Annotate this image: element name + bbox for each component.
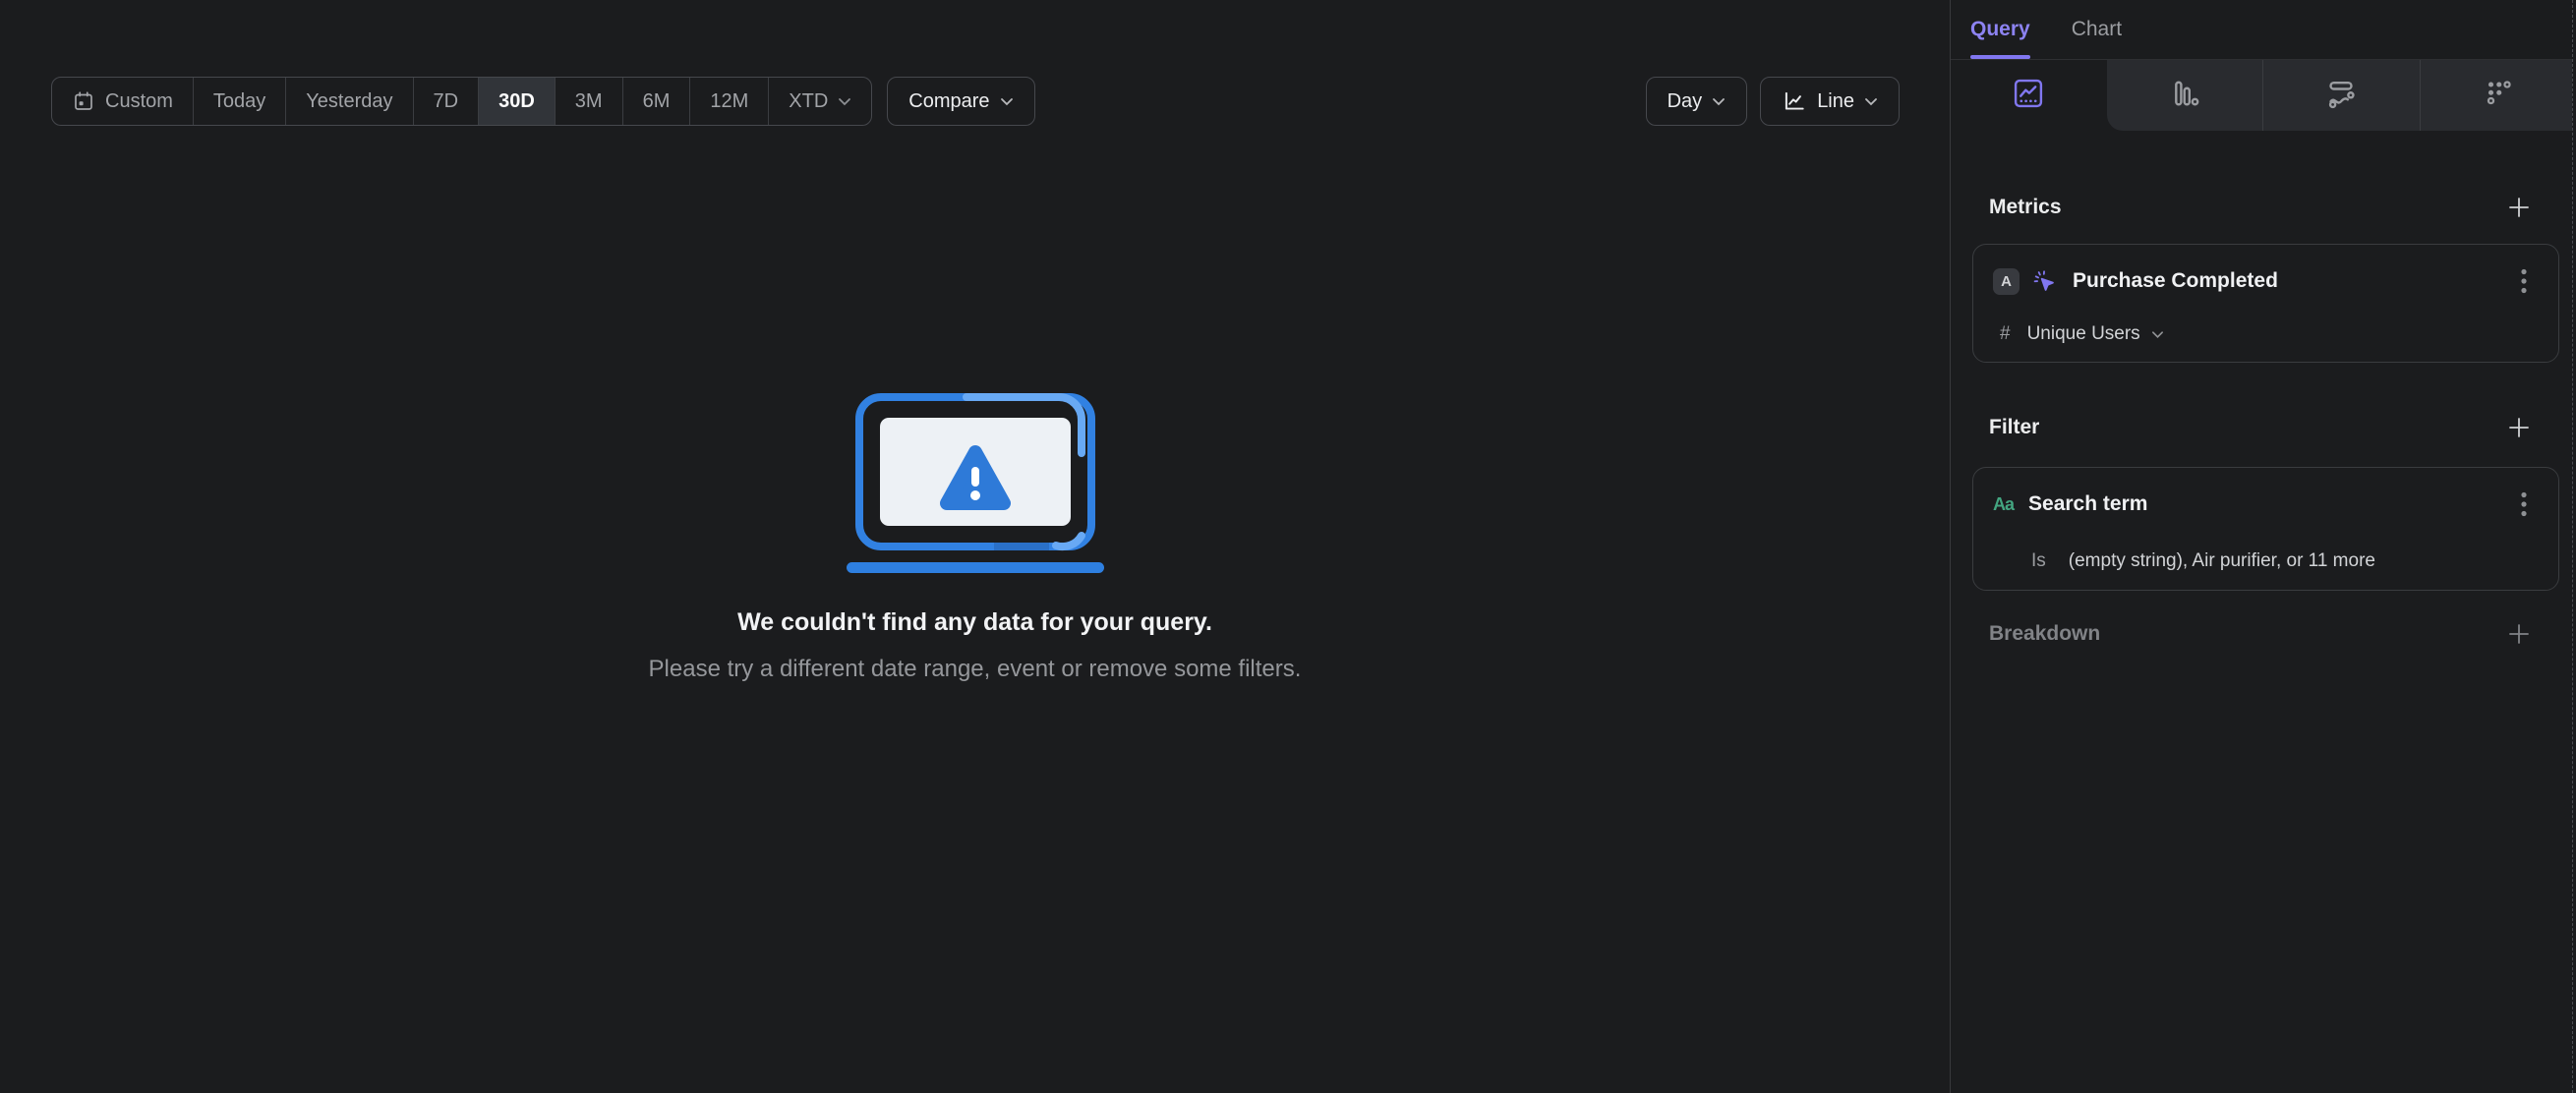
metric-event-row: A Purchase Completed <box>1993 266 2499 296</box>
metrics-section-header: Metrics <box>1989 193 2534 222</box>
calendar-icon <box>72 89 95 113</box>
chevron-down-icon <box>1864 97 1878 106</box>
date-range-label: 6M <box>642 89 671 112</box>
chart-type-button[interactable]: Line <box>1760 77 1900 126</box>
no-data-laptop-illustration <box>846 393 1104 573</box>
breakdown-heading: Breakdown <box>1989 622 2101 645</box>
aggregation-symbol: # <box>2000 323 2011 344</box>
tab-retention[interactable] <box>2419 60 2576 131</box>
date-range-today[interactable]: Today <box>192 78 285 125</box>
add-breakdown-button[interactable] <box>2504 619 2534 649</box>
funnel-bars-icon <box>2167 76 2202 116</box>
empty-state-subtitle: Please try a different date range, event… <box>648 656 1302 682</box>
chevron-down-icon <box>2151 330 2164 339</box>
chevron-down-icon <box>1712 97 1726 106</box>
filter-property-row: Aa Search term <box>1993 489 2499 519</box>
query-builder-panel: Query Chart Metrics A Purchase Completed… <box>1950 0 2576 1093</box>
report-toolbar: Custom Today Yesterday 7D 30D 3M 6M 12M … <box>51 77 1035 126</box>
plus-icon <box>2509 624 2529 644</box>
date-range-yesterday[interactable]: Yesterday <box>285 78 412 125</box>
date-range-control: Custom Today Yesterday 7D 30D 3M 6M 12M … <box>51 77 873 126</box>
filter-condition[interactable]: Is (empty string), Air purifier, or 11 m… <box>2031 547 2375 575</box>
metric-event-name: Purchase Completed <box>2073 269 2278 292</box>
date-range-3m[interactable]: 3M <box>554 78 622 125</box>
filter-property-name: Search term <box>2028 492 2148 515</box>
plus-icon <box>2509 198 2529 217</box>
aggregation-selector[interactable]: # Unique Users <box>2000 320 2164 348</box>
compare-label: Compare <box>908 89 990 112</box>
plus-icon <box>2509 418 2529 437</box>
retention-dots-icon <box>2481 76 2516 116</box>
event-cursor-icon <box>2031 268 2058 295</box>
granularity-label: Day <box>1667 89 1703 112</box>
tab-funnels[interactable] <box>2106 60 2262 131</box>
laptop-base <box>846 562 1104 573</box>
date-range-xtd[interactable]: XTD <box>768 78 871 125</box>
filter-section-header: Filter <box>1989 413 2534 442</box>
date-range-30d[interactable]: 30D <box>478 78 555 125</box>
date-range-label: 7D <box>433 89 459 112</box>
chart-controls: Day Line <box>1645 77 1900 126</box>
flows-squiggle-icon <box>2323 76 2359 116</box>
kebab-menu-icon <box>2521 268 2527 294</box>
tab-label: Chart <box>2071 18 2123 40</box>
chart-type-label: Line <box>1817 89 1854 112</box>
chevron-down-icon <box>1000 97 1014 106</box>
compare-button[interactable]: Compare <box>887 77 1035 126</box>
kebab-menu-icon <box>2521 491 2527 517</box>
date-range-7d[interactable]: 7D <box>412 78 479 125</box>
tab-label: Query <box>1970 18 2030 40</box>
date-range-label: Custom <box>105 89 173 112</box>
string-property-icon: Aa <box>1993 493 2015 514</box>
report-canvas: Custom Today Yesterday 7D 30D 3M 6M 12M … <box>0 0 1950 1093</box>
breakdown-section-header: Breakdown <box>1989 619 2534 649</box>
filter-values-summary: (empty string), Air purifier, or 11 more <box>2068 550 2375 571</box>
date-range-label: 30D <box>498 89 535 112</box>
add-filter-button[interactable] <box>2504 413 2534 442</box>
granularity-button[interactable]: Day <box>1645 77 1748 126</box>
series-letter-badge: A <box>1993 267 2020 295</box>
date-range-6m[interactable]: 6M <box>621 78 690 125</box>
filter-options-button[interactable] <box>2517 489 2531 519</box>
filter-heading: Filter <box>1989 416 2040 438</box>
date-range-label: Yesterday <box>306 89 393 112</box>
tab-chart[interactable]: Chart <box>2072 0 2122 59</box>
date-range-label: Today <box>212 89 266 112</box>
line-chart-icon <box>1782 88 1807 114</box>
empty-state-title: We couldn't find any data for your query… <box>737 608 1212 636</box>
panel-scroll-gutter <box>2572 0 2576 1093</box>
chevron-down-icon <box>838 97 851 106</box>
metric-options-button[interactable] <box>2517 266 2531 296</box>
tab-query[interactable]: Query <box>1970 0 2030 59</box>
date-range-label: XTD <box>789 89 829 112</box>
insights-line-chart-icon <box>2011 76 2046 116</box>
tab-insights-line[interactable] <box>1951 60 2107 131</box>
add-metric-button[interactable] <box>2504 193 2534 222</box>
aggregation-label: Unique Users <box>2026 323 2140 344</box>
tab-flows[interactable] <box>2262 60 2420 131</box>
metric-card[interactable]: A Purchase Completed # Unique Users <box>1972 244 2559 363</box>
date-range-label: 12M <box>710 89 749 112</box>
metrics-heading: Metrics <box>1989 196 2062 218</box>
insights-report-page: Custom Today Yesterday 7D 30D 3M 6M 12M … <box>0 0 2576 1093</box>
filter-operator: Is <box>2031 550 2046 571</box>
date-range-12m[interactable]: 12M <box>689 78 768 125</box>
filter-card[interactable]: Aa Search term Is (empty string), Air pu… <box>1972 467 2559 591</box>
date-range-custom[interactable]: Custom <box>52 78 193 125</box>
date-range-label: 3M <box>574 89 603 112</box>
visualization-tabs <box>1951 60 2576 131</box>
panel-tab-bar: Query Chart <box>1951 0 2576 60</box>
empty-state: We couldn't find any data for your query… <box>0 391 1950 683</box>
